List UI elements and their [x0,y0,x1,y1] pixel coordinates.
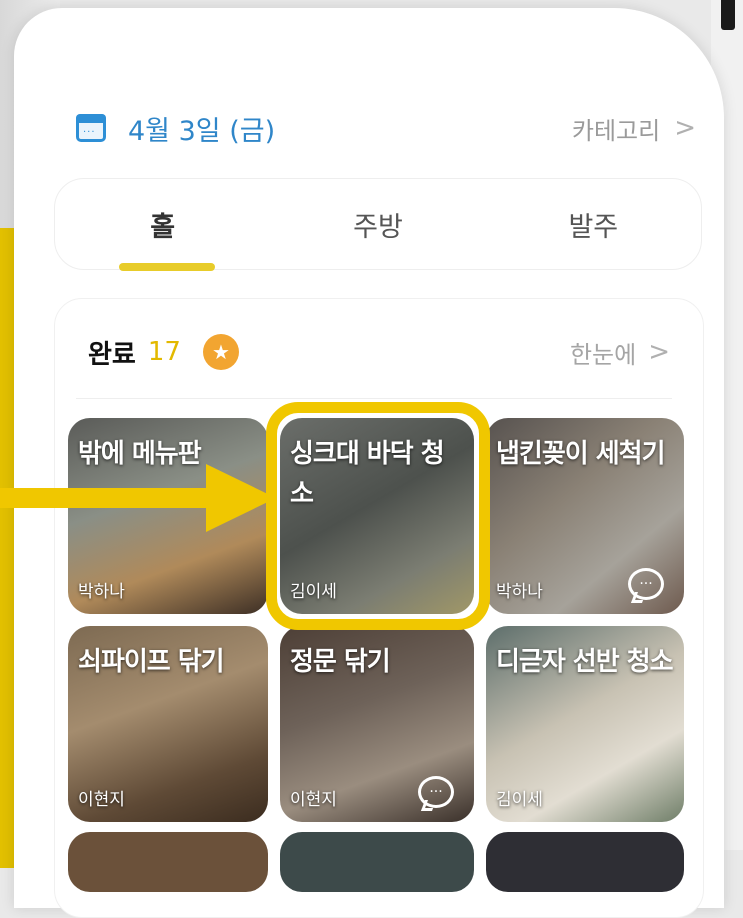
tab-order[interactable]: 발주 [486,179,701,269]
glance-label[interactable]: 한눈에 [570,335,636,370]
date-header: ··· 4월 3일 (금) 카테고리 > [76,108,696,148]
tab-bar: 홀 주방 발주 [54,178,702,271]
task-card[interactable] [280,832,474,892]
task-card[interactable]: 정문 닦기 이현지 ··· [280,626,474,822]
tab-label: 발주 [568,211,619,243]
calendar-icon[interactable]: ··· [76,114,106,142]
task-author: 김이세 [496,790,543,810]
tab-hall[interactable]: 홀 [55,179,270,271]
device-edge-bar [721,0,735,30]
glance-link[interactable]: 한눈에 > [570,335,670,370]
task-author: 이현지 [290,790,337,810]
category-label[interactable]: 카테고리 [572,111,660,146]
date-text[interactable]: 4월 3일 (금) [128,109,275,148]
task-author: 박하나 [496,582,543,602]
task-title: 정문 닦기 [290,647,391,677]
comment-icon[interactable]: ··· [628,568,664,600]
category-link[interactable]: 카테고리 > [572,111,696,146]
task-title: 디귿자 선반 청소 [496,647,674,677]
task-card[interactable]: 냅킨꽂이 세척기 박하나 ··· [486,418,684,614]
tab-kitchen[interactable]: 주방 [270,179,485,269]
task-card[interactable] [68,832,268,892]
completed-label: 완료 [88,339,136,370]
divider [76,398,672,399]
chevron-right-icon: > [648,337,670,367]
completed-header: 완료 17 ★ 한눈에 > [88,330,670,374]
tab-label: 홀 [150,211,176,243]
date-picker[interactable]: ··· 4월 3일 (금) [76,109,275,148]
pointer-arrow-icon [0,464,276,532]
comment-icon[interactable]: ··· [418,776,454,808]
completed-count: 17 [147,337,181,367]
task-author: 박하나 [78,582,125,602]
chevron-right-icon: > [674,113,696,143]
highlight-frame [266,402,490,630]
task-author: 이현지 [78,790,125,810]
tab-label: 주방 [353,211,403,243]
task-title: 쇠파이프 닦기 [78,647,225,677]
tab-active-indicator [119,263,215,271]
task-title: 냅킨꽂이 세척기 [496,439,666,469]
task-card[interactable]: 쇠파이프 닦기 이현지 [68,626,268,822]
task-card[interactable]: 디귿자 선반 청소 김이세 [486,626,684,822]
star-badge-icon: ★ [202,334,239,370]
task-card[interactable] [486,832,684,892]
